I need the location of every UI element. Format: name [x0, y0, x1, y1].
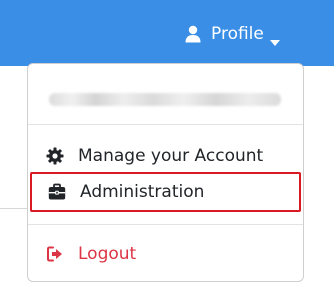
- menu-item-manage-account[interactable]: Manage your Account: [36, 139, 297, 173]
- sign-out-icon: [46, 245, 64, 263]
- menu-item-label: Manage your Account: [78, 146, 264, 166]
- user-name-redacted: [49, 93, 281, 106]
- menu-item-label: Administration: [80, 182, 205, 202]
- top-navbar: Profile: [0, 0, 334, 66]
- toolbox-icon: [48, 183, 66, 201]
- profile-label: Profile: [211, 24, 264, 44]
- logout-label: Logout: [78, 244, 137, 264]
- caret-down-icon: [269, 31, 280, 46]
- dropdown-divider: [28, 124, 303, 125]
- menu-item-administration[interactable]: Administration: [30, 172, 301, 212]
- gear-icon: [46, 147, 64, 165]
- page-divider: [0, 208, 28, 209]
- profile-dropdown-menu: Manage your Account Administration Logou…: [27, 63, 304, 282]
- dropdown-divider: [28, 224, 303, 225]
- user-icon: [184, 25, 202, 43]
- profile-dropdown-toggle[interactable]: Profile: [184, 22, 280, 46]
- logout-button[interactable]: Logout: [36, 237, 297, 271]
